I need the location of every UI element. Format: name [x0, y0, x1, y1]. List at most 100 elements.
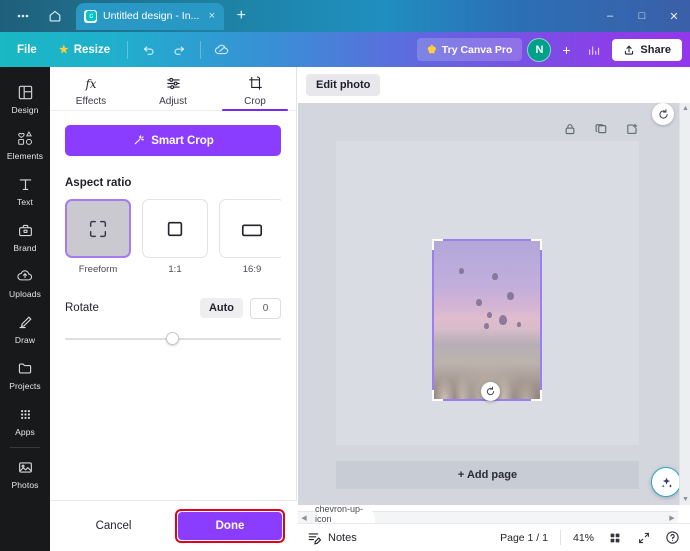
ellipsis-icon[interactable]: [8, 3, 38, 29]
rotate-clockwise-icon: [658, 108, 668, 119]
edit-photo-button[interactable]: Edit photo: [306, 74, 381, 96]
magic-wand-icon: [134, 135, 145, 145]
rotate-row: Rotate Auto 0: [65, 297, 281, 319]
home-icon[interactable]: [40, 3, 70, 29]
brand-icon: [17, 220, 34, 240]
maximize-icon[interactable]: □: [626, 3, 658, 29]
sidebar-item-photos[interactable]: Photos: [0, 450, 50, 496]
rotate-auto-button[interactable]: Auto: [199, 298, 243, 318]
photos-icon: [17, 457, 34, 477]
sidebar-item-elements[interactable]: Elements: [0, 121, 50, 167]
sidebar-item-label: Design: [11, 105, 39, 115]
rotate-value-input[interactable]: 0: [250, 297, 281, 319]
ratio-thumb: [142, 199, 208, 258]
resize-label: Resize: [73, 43, 111, 56]
tab-effects[interactable]: fx Effects: [50, 67, 132, 110]
balloon: [492, 272, 499, 280]
canvas-vertical-scrollbar[interactable]: ▲ ▼: [679, 103, 690, 505]
page-toolbar: [562, 121, 640, 137]
new-tab-button[interactable]: +: [226, 3, 256, 30]
cancel-button[interactable]: Cancel: [62, 510, 165, 542]
add-page-button[interactable]: + Add page: [336, 461, 639, 489]
done-button[interactable]: Done: [178, 512, 282, 540]
share-upload-icon: [625, 45, 634, 55]
page-indicator[interactable]: Page 1 / 1: [500, 532, 548, 544]
smart-crop-button[interactable]: Smart Crop: [65, 125, 281, 156]
undo-icon[interactable]: [136, 38, 162, 62]
panel-tab-list: fx Effects Adjust Crop: [50, 67, 296, 111]
ratio-option-16-9[interactable]: 16:9: [219, 199, 281, 275]
balloon: [483, 323, 489, 330]
wide-rect-icon: [241, 223, 263, 236]
balloon: [487, 312, 492, 319]
zoom-level[interactable]: 41%: [573, 532, 594, 544]
sidebar-item-design[interactable]: Design: [0, 75, 50, 121]
sidebar-item-label: Apps: [15, 427, 35, 437]
sidebar-item-text[interactable]: Text: [0, 167, 50, 213]
crop-handle-top-right[interactable]: [531, 239, 542, 250]
crop-handle-bottom-left[interactable]: [432, 390, 443, 401]
ratio-option-1-1[interactable]: 1:1: [142, 199, 208, 275]
fullscreen-icon[interactable]: [635, 529, 652, 546]
photo-image[interactable]: [434, 241, 540, 399]
crop-handle-top-left[interactable]: [432, 239, 443, 250]
redo-icon[interactable]: [166, 38, 192, 62]
crop-selection-frame[interactable]: [432, 239, 542, 401]
share-button[interactable]: Share: [612, 38, 682, 61]
browser-tab-title: Untitled design - In...: [103, 10, 200, 22]
rotate-slider[interactable]: [65, 332, 281, 346]
notes-button[interactable]: Notes: [307, 530, 357, 545]
try-pro-label: Try Canva Pro: [441, 43, 513, 56]
close-icon[interactable]: ×: [205, 10, 218, 22]
browser-left-controls: Untitled design - In... × +: [0, 0, 256, 32]
projects-icon: [17, 358, 34, 378]
browser-tab[interactable]: Untitled design - In... ×: [76, 2, 225, 30]
draw-icon: [17, 312, 34, 332]
try-canva-pro-button[interactable]: ♚ Try Canva Pro: [416, 38, 523, 61]
add-collaborator-button[interactable]: +: [556, 42, 576, 58]
text-icon: [17, 174, 34, 194]
close-window-icon[interactable]: ✕: [658, 3, 690, 29]
avatar[interactable]: N: [527, 37, 552, 62]
grid-view-icon[interactable]: [606, 529, 623, 546]
sidebar-item-apps[interactable]: Apps: [0, 397, 50, 443]
rotate-handle[interactable]: [481, 382, 500, 401]
tab-crop[interactable]: Crop: [214, 67, 296, 111]
tab-label: Crop: [244, 95, 266, 107]
canva-icon: [84, 9, 97, 23]
balloon: [498, 315, 507, 326]
notes-icon: [308, 533, 322, 545]
slider-thumb[interactable]: [166, 332, 179, 345]
file-menu-button[interactable]: File: [8, 39, 46, 61]
magic-sparkle-icon[interactable]: [651, 467, 681, 497]
scroll-up-icon[interactable]: ▲: [680, 103, 690, 114]
lock-icon[interactable]: [562, 121, 578, 137]
sidebar-item-draw[interactable]: Draw: [0, 305, 50, 351]
side-rotate-button[interactable]: [652, 103, 674, 125]
insights-icon[interactable]: [581, 38, 607, 62]
add-page-icon[interactable]: [624, 121, 640, 137]
sidebar-item-brand[interactable]: Brand: [0, 213, 50, 259]
elements-icon: [16, 128, 34, 148]
scroll-down-icon[interactable]: ▼: [680, 494, 690, 505]
sparkle-glyph: [661, 477, 672, 488]
sidebar-item-projects[interactable]: Projects: [0, 351, 50, 397]
ratio-option-freeform[interactable]: Freeform: [65, 199, 131, 275]
help-icon[interactable]: [664, 529, 681, 546]
sidebar-item-uploads[interactable]: Uploads: [0, 259, 50, 305]
canvas-area[interactable]: + Add page: [298, 103, 690, 505]
tab-adjust[interactable]: Adjust: [132, 67, 214, 110]
rail-divider: [10, 447, 40, 448]
minimize-icon[interactable]: –: [594, 3, 626, 29]
left-rail: Design Elements Text Brand Uploads Draw: [0, 67, 50, 551]
tab-label: Effects: [75, 95, 107, 107]
duplicate-page-icon[interactable]: [593, 121, 609, 137]
resize-button[interactable]: ★ Resize: [50, 38, 119, 61]
status-divider: [559, 530, 561, 545]
crown-icon: ♚: [426, 44, 437, 56]
cloud-saved-icon[interactable]: [209, 38, 235, 62]
aspect-ratio-list: Freeform 1:1 16:9: [65, 199, 281, 275]
sidebar-item-label: Elements: [6, 151, 44, 161]
crop-handle-bottom-right[interactable]: [531, 390, 542, 401]
balloon: [507, 291, 515, 300]
